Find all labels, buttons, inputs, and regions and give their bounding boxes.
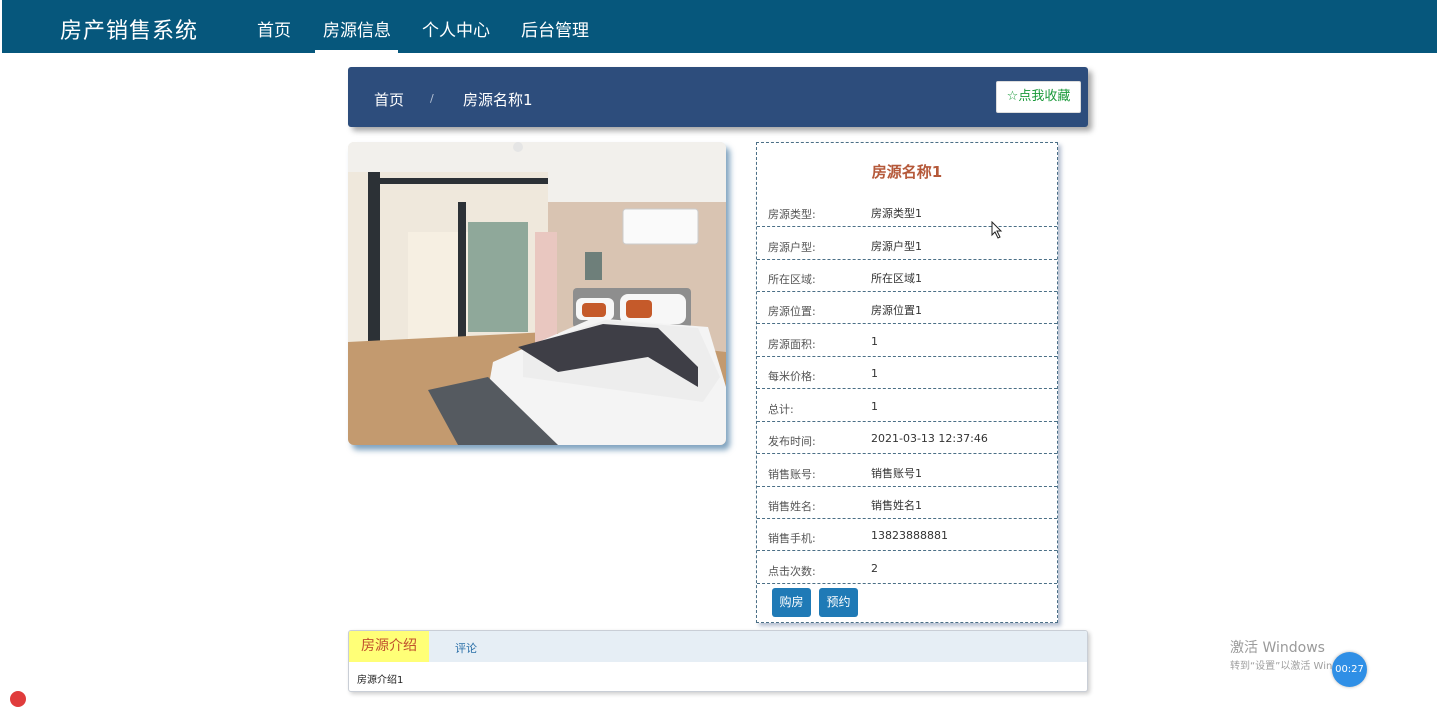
detail-value: 1	[871, 400, 878, 413]
activation-watermark-title: 激活 Windows	[1230, 640, 1325, 656]
detail-value: 2021-03-13 12:37:46	[871, 432, 988, 445]
detail-value: 房源户型1	[871, 240, 922, 253]
property-photo	[348, 142, 726, 445]
mouse-cursor-icon	[991, 221, 1003, 239]
nav-active-indicator	[315, 50, 398, 53]
nav-item-admin[interactable]: 后台管理	[521, 16, 589, 41]
detail-label: 销售账号:	[768, 468, 816, 481]
detail-label: 房源面积:	[768, 338, 816, 351]
detail-row-unit-price: 每米价格: 1	[757, 356, 1057, 389]
detail-row-district: 所在区域: 所在区域1	[757, 259, 1057, 292]
detail-label: 房源类型:	[768, 208, 816, 221]
property-details-panel: 房源名称1 房源类型: 房源类型1 房源户型: 房源户型1 所在区域: 所在区域…	[756, 142, 1058, 623]
buy-button[interactable]: 购房	[772, 588, 811, 617]
detail-row-sales-phone: 销售手机: 13823888881	[757, 518, 1057, 551]
detail-label: 发布时间:	[768, 435, 816, 448]
detail-label: 销售手机:	[768, 532, 816, 545]
detail-label: 每米价格:	[768, 370, 816, 383]
detail-value: 房源类型1	[871, 207, 922, 220]
breadcrumb-separator: /	[430, 92, 434, 105]
detail-label: 房源户型:	[768, 241, 816, 254]
info-tabs: 房源介绍 评论 房源介绍1	[348, 630, 1088, 692]
breadcrumb-home[interactable]: 首页	[374, 89, 404, 110]
detail-label: 所在区域:	[768, 273, 816, 286]
detail-value: 所在区域1	[871, 272, 922, 285]
breadcrumb: 首页 / 房源名称1 ☆点我收藏	[348, 67, 1088, 127]
recording-timer[interactable]: 00:27	[1332, 652, 1367, 687]
detail-row-location: 房源位置: 房源位置1	[757, 291, 1057, 324]
detail-label: 点击次数:	[768, 565, 816, 578]
detail-label: 房源位置:	[768, 305, 816, 318]
top-navbar: 房产销售系统 首页 房源信息 个人中心 后台管理	[2, 0, 1437, 53]
bedroom-image	[348, 142, 726, 445]
nav-item-home[interactable]: 首页	[257, 16, 291, 41]
nav-item-listings[interactable]: 房源信息	[323, 16, 391, 41]
detail-row-total: 总计: 1	[757, 389, 1057, 422]
detail-row-type: 房源类型: 房源类型1	[757, 194, 1057, 227]
tab-intro[interactable]: 房源介绍	[349, 631, 429, 662]
favorite-button[interactable]: ☆点我收藏	[996, 81, 1081, 113]
detail-row-area: 房源面积: 1	[757, 324, 1057, 357]
property-title: 房源名称1	[871, 163, 943, 181]
detail-row-click-count: 点击次数: 2	[757, 551, 1057, 584]
detail-row-sales-name: 销售姓名: 销售姓名1	[757, 486, 1057, 519]
breadcrumb-current: 房源名称1	[463, 91, 533, 109]
detail-label: 总计:	[768, 403, 794, 416]
detail-value: 房源位置1	[871, 304, 922, 317]
detail-value: 2	[871, 562, 878, 575]
reserve-button[interactable]: 预约	[819, 588, 858, 617]
tab-comments[interactable]: 评论	[455, 640, 477, 656]
detail-row-layout: 房源户型: 房源户型1	[757, 227, 1057, 260]
detail-row-publish-time: 发布时间: 2021-03-13 12:37:46	[757, 421, 1057, 454]
detail-value: 销售账号1	[871, 467, 922, 480]
floating-record-icon[interactable]	[10, 691, 26, 707]
detail-row-sales-account: 销售账号: 销售账号1	[757, 454, 1057, 487]
nav-item-profile[interactable]: 个人中心	[422, 16, 490, 41]
site-brand[interactable]: 房产销售系统	[60, 13, 198, 45]
detail-value: 1	[871, 367, 878, 380]
detail-value: 1	[871, 335, 878, 348]
detail-label: 销售姓名:	[768, 500, 816, 513]
detail-value: 销售姓名1	[871, 499, 922, 512]
intro-content: 房源介绍1	[357, 675, 404, 686]
detail-value: 13823888881	[871, 529, 948, 542]
